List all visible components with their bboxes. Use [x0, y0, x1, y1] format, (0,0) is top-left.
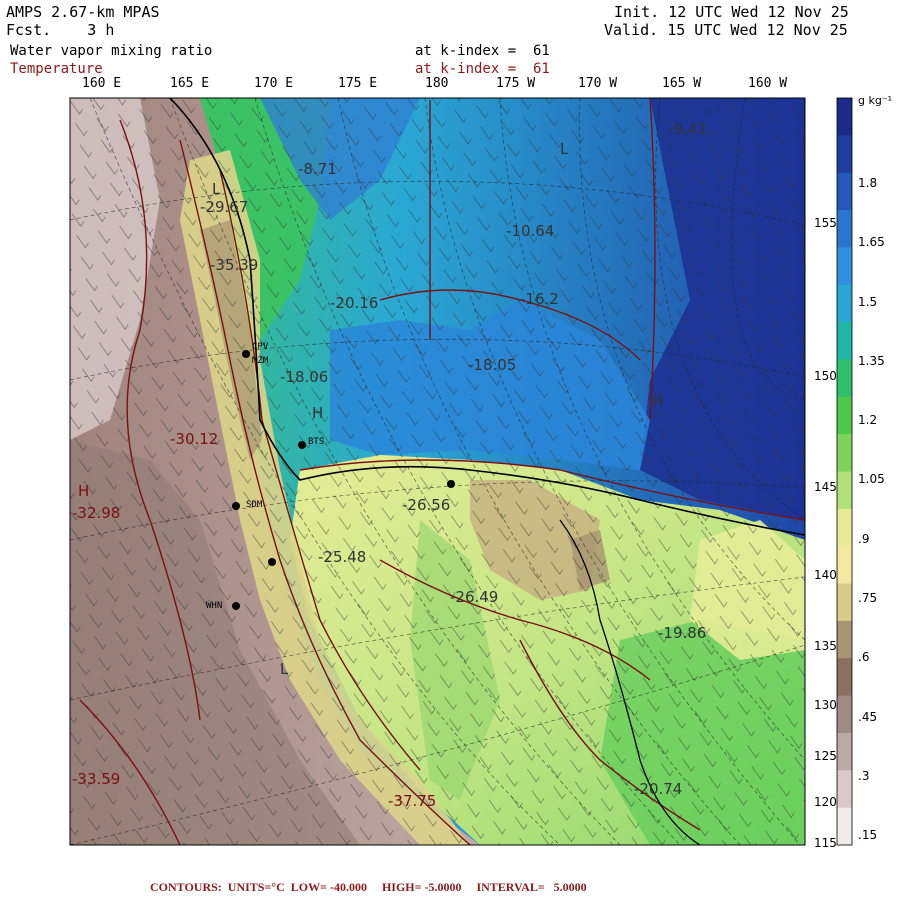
- colorbar-swatch: [837, 322, 852, 360]
- colorbar-swatch: [837, 210, 852, 248]
- station-dot: [232, 602, 240, 610]
- contour-value-label: -16.2: [520, 290, 559, 308]
- colorbar-tick-label: 1.05: [858, 472, 885, 487]
- lat-label: 125: [814, 749, 837, 763]
- contour-value-label: -20.74: [634, 780, 683, 798]
- station-label: BTS: [308, 437, 325, 447]
- colorbar: [837, 98, 852, 846]
- colorbar-tick-label: 1.35: [858, 353, 885, 368]
- contour-value-label: -26.56: [402, 496, 451, 514]
- contour-value-label: L: [560, 140, 569, 158]
- colorbar-tick-label: .75: [858, 591, 878, 606]
- colorbar-swatch: [837, 359, 852, 398]
- lat-label: 115: [814, 836, 837, 850]
- colorbar-swatch: [837, 508, 852, 547]
- contour-value-label: -35.39: [210, 256, 259, 274]
- contour-value-label: -32.98: [72, 504, 121, 522]
- colorbar-units: g kg⁻¹: [858, 94, 893, 107]
- contour-info: CONTOURS: UNITS=°C LOW= -40.000 HIGH= -5…: [150, 880, 587, 894]
- colorbar-swatch: [837, 770, 852, 809]
- colorbar-swatch: [837, 247, 852, 286]
- lat-label: 120: [814, 795, 837, 809]
- contour-value-label: L: [212, 180, 221, 198]
- contour-value-label: H: [652, 392, 664, 410]
- station-label: MZM: [252, 356, 269, 366]
- colorbar-swatch: [837, 284, 852, 323]
- colorbar-tick-label: 1.5: [858, 294, 878, 309]
- contour-value-label: -30.12: [170, 430, 219, 448]
- lat-label: 140: [814, 568, 837, 582]
- colorbar-tick-label: .6: [858, 650, 870, 665]
- station-dot: [447, 480, 455, 488]
- contour-value-label: H: [312, 404, 324, 422]
- colorbar-swatch: [837, 807, 852, 846]
- station-dot: [242, 350, 250, 358]
- map-canvas: [69, 97, 853, 846]
- colorbar-tick-label: 1.65: [858, 235, 885, 250]
- colorbar-swatch: [837, 172, 852, 211]
- colorbar-swatch: [837, 396, 852, 435]
- colorbar-swatch: [837, 546, 852, 585]
- colorbar-tick-label: 1.2: [858, 413, 878, 428]
- contour-value-label: -25.48: [318, 548, 367, 566]
- colorbar-swatch: [837, 695, 852, 734]
- contour-value-label: L: [280, 660, 289, 678]
- lat-label: 135: [814, 639, 837, 653]
- contour-value-label: -10.64: [506, 222, 555, 240]
- station-label: CPV: [252, 342, 269, 352]
- colorbar-swatch: [837, 434, 852, 472]
- contour-value-label: -18.05: [468, 356, 517, 374]
- lat-label: 130: [814, 698, 837, 712]
- contour-value-label: -20.16: [330, 294, 379, 312]
- contour-value-label: -29.67: [200, 198, 249, 216]
- lat-label: 145: [814, 480, 837, 494]
- contour-value-label: -26.49: [450, 588, 499, 606]
- station-label: WHN: [206, 601, 223, 611]
- colorbar-swatch: [837, 135, 852, 174]
- contour-value-label: -9.41: [668, 120, 707, 138]
- colorbar-tick-label: .3: [858, 768, 870, 783]
- lat-label: 150: [814, 369, 837, 383]
- colorbar-tick-label: .45: [858, 709, 878, 724]
- contour-value-label: H: [78, 482, 90, 500]
- colorbar-tick-label: .15: [858, 828, 878, 843]
- colorbar-swatch: [837, 583, 852, 622]
- station-dot: [232, 502, 240, 510]
- colorbar-swatch: [837, 658, 852, 697]
- contour-value-label: -37.75: [388, 792, 437, 810]
- colorbar-swatch: [837, 620, 852, 659]
- lat-label: 155: [814, 216, 837, 230]
- station-dot: [298, 441, 306, 449]
- station-label: SDM: [246, 500, 263, 510]
- station-dot: [268, 558, 276, 566]
- colorbar-tick-label: 1.8: [858, 176, 878, 191]
- contour-value-label: -19.86: [658, 624, 707, 642]
- contour-value-label: -18.06: [280, 368, 329, 386]
- colorbar-swatch: [837, 98, 852, 136]
- colorbar-swatch: [837, 732, 852, 771]
- contour-value-label: -33.59: [72, 770, 121, 788]
- contour-value-label: -8.71: [298, 160, 337, 178]
- wind-barbs: [70, 98, 805, 845]
- colorbar-tick-label: .9: [858, 531, 870, 546]
- colorbar-swatch: [837, 471, 852, 510]
